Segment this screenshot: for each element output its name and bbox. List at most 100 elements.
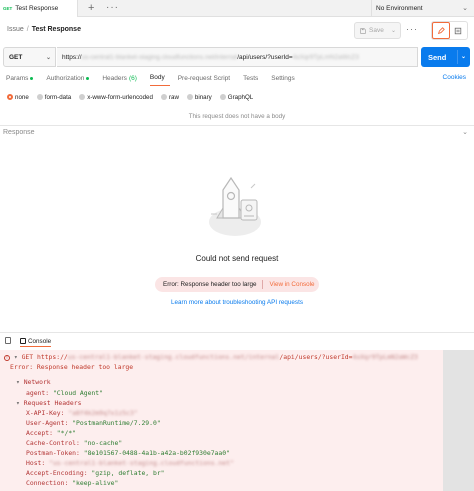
option-label: raw (168, 93, 179, 101)
request-more-button[interactable]: ··· (406, 24, 418, 34)
tab-method-badge: GET (3, 6, 13, 11)
request-header: Issue / Test Response (0, 18, 474, 44)
error-banner: Error: Response header too large View in… (155, 277, 319, 292)
url-input[interactable]: https:// us-central1-blanket-staging.clo… (57, 47, 418, 67)
tab-pre-request-script[interactable]: Pre-request Script (178, 70, 235, 86)
error-divider (262, 280, 264, 289)
url-redacted-id: 4xXqr9TpLmN2aWcZ3 (292, 53, 359, 61)
sidebar-toggle-icon[interactable] (5, 337, 11, 344)
console-icon (20, 338, 26, 344)
console-side-panel (443, 350, 474, 491)
troubleshooting-link[interactable]: Learn more about troubleshooting API req… (0, 299, 474, 306)
tab-title: Test Response (15, 5, 59, 12)
tab-headers[interactable]: Headers (6) (102, 70, 142, 86)
console-method: GET (21, 353, 34, 361)
header-value-redacted: "a8f4k2m9q7x1z5c3" (68, 409, 138, 417)
method-select[interactable]: GET ⌄ (3, 47, 56, 67)
radio-selected-icon[interactable] (7, 94, 13, 100)
chevron-down-icon[interactable]: ⌄ (462, 128, 468, 136)
header-key: Connection: (26, 479, 69, 487)
pencil-icon (437, 26, 445, 34)
tab-more-button[interactable]: ··· (106, 2, 119, 14)
header-row: Accept-Encoding: "gzip, deflate, br" (26, 468, 165, 478)
chevron-down-icon: ⌄ (462, 5, 468, 12)
breadcrumb-request-name[interactable]: Test Response (32, 26, 81, 33)
header-row: Postman-Token: "8e101567-0488-4a1b-a42a-… (26, 448, 230, 458)
header-value: "PostmanRuntime/7.29.0" (72, 419, 161, 427)
send-button[interactable]: Send ⌄ (421, 47, 470, 67)
body-option-raw[interactable]: raw (160, 92, 179, 102)
chevron-down-icon: ⌄ (45, 55, 51, 61)
console-agent-row: agent: "Cloud Agent" (26, 388, 103, 398)
tab-label: Settings (271, 74, 295, 82)
cookies-link[interactable]: Cookies (443, 74, 466, 81)
no-body-message: This request does not have a body (188, 113, 286, 120)
tab-tests[interactable]: Tests (243, 70, 263, 86)
radio-icon[interactable] (36, 94, 43, 100)
tab-settings[interactable]: Settings (271, 70, 300, 86)
radio-icon[interactable] (79, 94, 86, 100)
error-icon: ! (4, 355, 10, 361)
console-tab[interactable]: Console (20, 336, 52, 347)
body-option-urlencoded[interactable]: x-www-form-urlencoded (79, 92, 153, 102)
documentation-button[interactable] (450, 22, 468, 39)
header-row: Host: "us-central1-blanket-staging.cloud… (26, 458, 234, 468)
header-value: "8e101567-0488-4a1b-a42a-b02f930e7aa0" (83, 449, 230, 457)
tab-body[interactable]: Body (149, 70, 170, 86)
header-key: Postman-Token: (26, 449, 80, 457)
console-network-group[interactable]: ▾ Network (16, 377, 51, 387)
tab-authorization[interactable]: Authorization (46, 70, 94, 86)
radio-icon[interactable] (219, 94, 226, 100)
body-option-none[interactable]: none (7, 92, 29, 102)
header-value: "no-cache" (83, 439, 123, 447)
environment-selector[interactable]: No Environment ⌄ (371, 0, 474, 17)
console-request-line[interactable]: ! ▾ GET https://us-central1-blanket-stag… (4, 352, 418, 362)
edit-mode-button[interactable] (432, 22, 450, 39)
expand-arrow-icon[interactable]: ▾ (14, 353, 18, 361)
empty-state-title: Could not send request (195, 254, 279, 263)
breadcrumb: Issue / Test Response (7, 26, 81, 33)
modified-dot-icon (86, 76, 90, 80)
save-label: Save (369, 27, 384, 34)
url-bar: GET ⌄ https:// us-central1-blanket-stagi… (0, 47, 474, 69)
chevron-down-icon[interactable]: ⌄ (461, 53, 466, 60)
console-request-headers-group[interactable]: ▾ Request Headers (16, 398, 81, 408)
tab-bar: GET Test Response + ··· No Environment ⌄ (0, 0, 474, 17)
body-option-graphql[interactable]: GraphQL (219, 92, 254, 102)
tab-params[interactable]: Params (6, 70, 38, 86)
header-key: X-API-Key: (26, 409, 65, 417)
request-tab-test-response[interactable]: GET Test Response (0, 0, 78, 17)
radio-icon[interactable] (186, 94, 193, 100)
tab-label: Body (149, 74, 165, 81)
send-label: Send (428, 52, 447, 62)
header-key: Accept: (26, 429, 53, 437)
view-in-console-link[interactable]: View in Console (269, 281, 314, 288)
document-icon (455, 27, 462, 34)
expand-arrow-icon[interactable]: ▾ (16, 399, 20, 407)
save-icon (360, 27, 366, 34)
new-tab-button[interactable]: + (88, 2, 94, 14)
header-key: User-Agent: (26, 419, 69, 427)
save-button[interactable]: Save ⌄ (354, 22, 401, 39)
tab-label: Headers (102, 74, 127, 82)
method-label: GET (9, 53, 23, 61)
console-url-path: /api/users/?userId= (279, 353, 353, 361)
breadcrumb-collection[interactable]: Issue (7, 26, 24, 33)
request-tabs: Params Authorization Headers (6) Body Pr… (0, 70, 474, 86)
radio-icon[interactable] (160, 94, 167, 100)
header-row: User-Agent: "PostmanRuntime/7.29.0" (26, 418, 161, 428)
option-label: GraphQL (227, 93, 254, 101)
modified-dot-icon (30, 76, 34, 80)
header-value: "*/*" (56, 429, 77, 437)
option-label: form-data (44, 93, 72, 101)
expand-arrow-icon[interactable]: ▾ (16, 378, 20, 386)
bottom-toolbar: Console (0, 332, 474, 348)
body-option-form-data[interactable]: form-data (36, 92, 72, 102)
header-key: Cache-Control: (26, 439, 80, 447)
body-option-binary[interactable]: binary (186, 92, 212, 102)
network-label: Network (23, 378, 51, 386)
url-path: /api/users/?userId= (237, 53, 293, 61)
console-error-line: Error: Response header too large (10, 363, 134, 371)
console-url-redacted: us-central1-blanket-staging.cloudfunctio… (67, 353, 280, 361)
tab-label: Tests (243, 74, 259, 82)
